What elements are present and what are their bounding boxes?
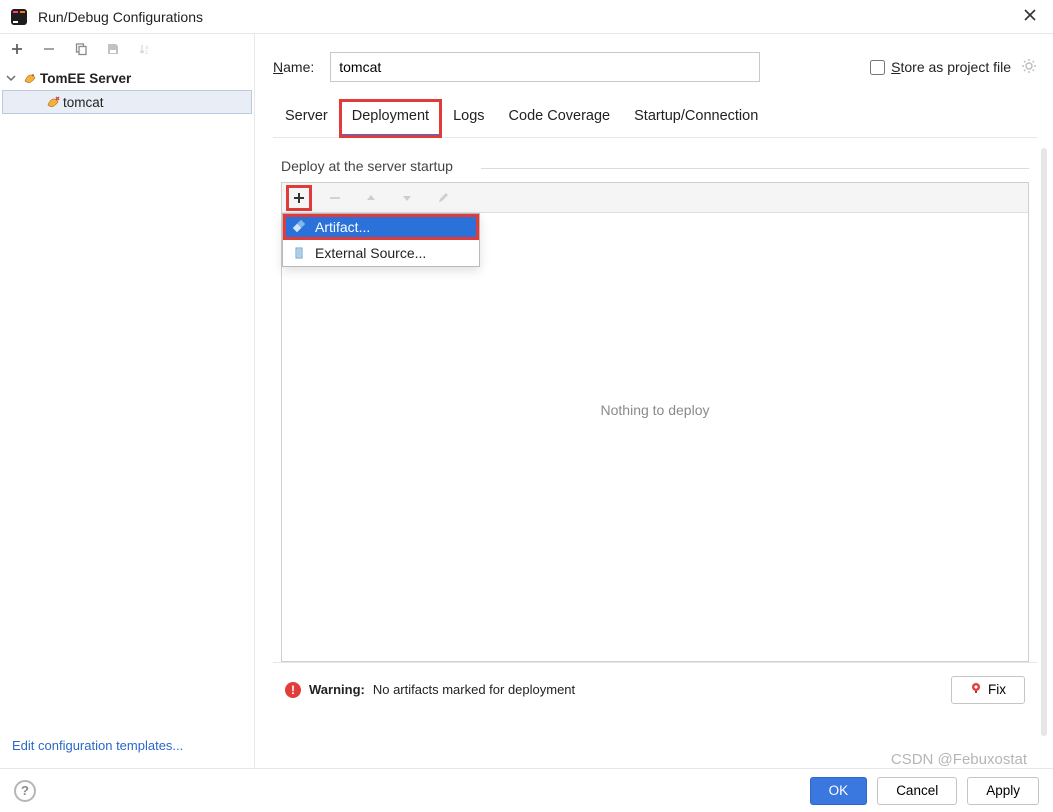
save-config-button bbox=[104, 40, 122, 58]
cancel-button[interactable]: Cancel bbox=[877, 777, 957, 805]
deploy-edit-button bbox=[434, 189, 452, 207]
tab-server[interactable]: Server bbox=[273, 100, 340, 137]
copy-config-button[interactable] bbox=[72, 40, 90, 58]
tree-item-label: tomcat bbox=[63, 95, 104, 110]
edit-templates-link[interactable]: Edit configuration templates... bbox=[0, 728, 254, 769]
close-icon[interactable] bbox=[1017, 4, 1043, 29]
fix-bulb-icon bbox=[970, 682, 982, 697]
tab-logs[interactable]: Logs bbox=[441, 100, 496, 137]
right-scrollbar[interactable] bbox=[1041, 148, 1047, 736]
name-label: Name: bbox=[273, 59, 314, 75]
config-tree[interactable]: TomEE Server tomcat bbox=[0, 64, 254, 728]
titlebar: Run/Debug Configurations bbox=[0, 0, 1053, 34]
config-tabs: Server Deployment Logs Code Coverage Sta… bbox=[273, 100, 1037, 138]
remove-config-button[interactable] bbox=[40, 40, 58, 58]
store-as-project-checkbox[interactable] bbox=[870, 60, 885, 75]
tomcat-config-icon bbox=[43, 94, 63, 110]
name-row: Name: Store as project file bbox=[273, 52, 1037, 82]
dropdown-item-label: External Source... bbox=[315, 245, 426, 261]
deployment-section: Deploy at the server startup Artifact... bbox=[273, 138, 1037, 662]
chevron-down-icon bbox=[6, 71, 20, 86]
apply-button[interactable]: Apply bbox=[967, 777, 1039, 805]
sort-config-button: az bbox=[136, 40, 154, 58]
gear-icon[interactable] bbox=[1021, 58, 1037, 77]
deploy-add-button[interactable] bbox=[290, 189, 308, 207]
intellij-app-icon bbox=[10, 8, 28, 26]
dropdown-item-external-source[interactable]: External Source... bbox=[283, 240, 479, 266]
tomee-server-icon bbox=[20, 70, 40, 86]
add-config-button[interactable] bbox=[8, 40, 26, 58]
svg-text:z: z bbox=[145, 50, 148, 56]
dropdown-item-label: Artifact... bbox=[315, 219, 370, 235]
store-as-project-label: Store as project file bbox=[891, 59, 1011, 75]
warning-text: No artifacts marked for deployment bbox=[373, 682, 575, 697]
tree-folder-label: TomEE Server bbox=[40, 71, 131, 86]
artifact-icon bbox=[291, 219, 307, 235]
help-button[interactable]: ? bbox=[14, 780, 36, 802]
tree-item-tomcat[interactable]: tomcat bbox=[2, 90, 252, 114]
fix-button[interactable]: Fix bbox=[951, 676, 1025, 704]
left-pane: az TomEE Server tomcat Edit configuratio… bbox=[0, 34, 255, 769]
warning-icon: ! bbox=[285, 682, 301, 698]
warning-bar: ! Warning: No artifacts marked for deplo… bbox=[273, 662, 1037, 706]
ok-button[interactable]: OK bbox=[810, 777, 868, 805]
deploy-empty-placeholder: Nothing to deploy bbox=[282, 402, 1028, 418]
deploy-toolbar bbox=[282, 183, 1028, 213]
config-name-input[interactable] bbox=[330, 52, 760, 82]
tab-code-coverage[interactable]: Code Coverage bbox=[497, 100, 623, 137]
tree-folder-tomee[interactable]: TomEE Server bbox=[0, 66, 254, 90]
external-source-icon bbox=[291, 245, 307, 261]
dialog-footer: ? OK Cancel Apply bbox=[0, 768, 1053, 812]
deploy-up-button bbox=[362, 189, 380, 207]
dropdown-item-artifact[interactable]: Artifact... bbox=[283, 214, 479, 240]
deploy-list-box: Artifact... External Source... Nothing t… bbox=[281, 182, 1029, 662]
dialog-body: az TomEE Server tomcat Edit configuratio… bbox=[0, 34, 1053, 769]
warning-title: Warning: bbox=[309, 682, 365, 697]
right-pane: Name: Store as project file Server Deplo… bbox=[255, 34, 1053, 769]
deploy-section-title: Deploy at the server startup bbox=[281, 156, 1029, 180]
deploy-add-dropdown: Artifact... External Source... bbox=[282, 213, 480, 267]
tab-startup-connection[interactable]: Startup/Connection bbox=[622, 100, 770, 137]
deploy-down-button bbox=[398, 189, 416, 207]
window-title: Run/Debug Configurations bbox=[38, 9, 1017, 25]
deploy-remove-button bbox=[326, 189, 344, 207]
left-toolbar: az bbox=[0, 34, 254, 64]
store-as-project-wrap: Store as project file bbox=[870, 58, 1037, 77]
tab-deployment[interactable]: Deployment bbox=[340, 100, 441, 137]
